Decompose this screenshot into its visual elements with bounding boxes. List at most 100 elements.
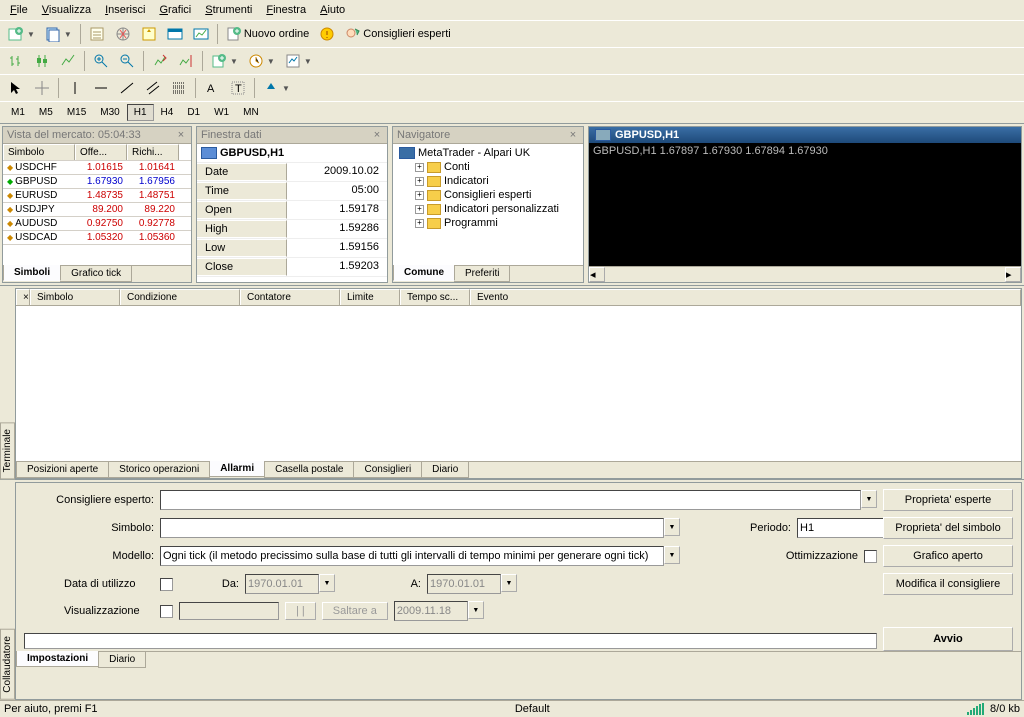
speed-slider[interactable] xyxy=(179,602,279,620)
market-watch-row[interactable]: ◆ USDCHF1.016151.01641 xyxy=(3,161,191,175)
tab-favorites[interactable]: Preferiti xyxy=(454,266,510,282)
menu-tools[interactable]: Strumenti xyxy=(199,2,258,18)
vline-button[interactable] xyxy=(63,77,87,99)
nav-item[interactable]: +Consiglieri esperti xyxy=(395,188,581,202)
col-timeout[interactable]: Tempo sc... xyxy=(400,289,470,305)
periods-button[interactable]: ▼ xyxy=(244,50,279,72)
tab-symbols[interactable]: Simboli xyxy=(3,265,61,281)
visual-checkbox[interactable] xyxy=(160,605,173,618)
close-icon[interactable]: × xyxy=(175,129,187,141)
nav-item[interactable]: +Indicatori xyxy=(395,174,581,188)
new-order-button[interactable]: Nuovo ordine xyxy=(222,23,313,45)
channel-button[interactable] xyxy=(141,77,165,99)
hline-button[interactable] xyxy=(89,77,113,99)
col-ask[interactable]: Richi... xyxy=(127,144,179,160)
navigator-toggle[interactable] xyxy=(111,23,135,45)
tf-m1[interactable]: M1 xyxy=(4,104,32,121)
modify-expert-button[interactable]: Modifica il consigliere xyxy=(883,573,1013,595)
tf-m5[interactable]: M5 xyxy=(32,104,60,121)
auto-scroll-button[interactable] xyxy=(148,50,172,72)
metaquotes-button[interactable] xyxy=(315,23,339,45)
date-from-input[interactable] xyxy=(245,574,319,594)
pause-button[interactable]: | | xyxy=(285,602,316,620)
menu-window[interactable]: Finestra xyxy=(260,2,312,18)
menu-file[interactable]: File xyxy=(4,2,34,18)
open-chart-button[interactable]: Grafico aperto xyxy=(883,545,1013,567)
col-symbol[interactable]: Simbolo xyxy=(3,144,75,160)
templates-button[interactable]: ▼ xyxy=(281,50,316,72)
tab-alerts[interactable]: Allarmi xyxy=(209,461,265,477)
chart-shift-button[interactable] xyxy=(174,50,198,72)
expert-advisors-button[interactable]: Consiglieri esperti xyxy=(341,23,454,45)
menu-view[interactable]: Visualizza xyxy=(36,2,97,18)
profiles-button[interactable]: ▼ xyxy=(41,23,76,45)
market-watch-row[interactable]: ◆ EURUSD1.487351.48751 xyxy=(3,189,191,203)
nav-item[interactable]: +Conti xyxy=(395,160,581,174)
symbol-props-button[interactable]: Proprieta' del simbolo xyxy=(883,517,1013,539)
tester-toggle[interactable] xyxy=(189,23,213,45)
menu-help[interactable]: Aiuto xyxy=(314,2,351,18)
tf-mn[interactable]: MN xyxy=(236,104,266,121)
chart-scrollbar[interactable]: ◂▸ xyxy=(589,266,1021,282)
close-icon[interactable]: × xyxy=(16,289,30,305)
skip-button[interactable]: Saltare a xyxy=(322,602,388,620)
close-icon[interactable]: × xyxy=(567,129,579,141)
tf-w1[interactable]: W1 xyxy=(207,104,236,121)
tf-d1[interactable]: D1 xyxy=(180,104,207,121)
dropdown-icon[interactable]: ▼ xyxy=(664,518,680,536)
market-watch-toggle[interactable] xyxy=(85,23,109,45)
menu-insert[interactable]: Inserisci xyxy=(99,2,151,18)
symbol-select[interactable] xyxy=(160,518,664,538)
use-date-checkbox[interactable] xyxy=(160,578,173,591)
nav-root[interactable]: MetaTrader - Alpari UK xyxy=(395,146,581,160)
market-watch-row[interactable]: ◆ GBPUSD1.679301.67956 xyxy=(3,175,191,189)
col-symbol[interactable]: Simbolo xyxy=(30,289,120,305)
tab-journal[interactable]: Diario xyxy=(421,462,469,478)
tf-h4[interactable]: H4 xyxy=(154,104,181,121)
tab-common[interactable]: Comune xyxy=(393,265,455,281)
model-select[interactable] xyxy=(160,546,664,566)
tf-m30[interactable]: M30 xyxy=(93,104,126,121)
tab-mailbox[interactable]: Casella postale xyxy=(264,462,354,478)
close-icon[interactable]: × xyxy=(371,129,383,141)
dropdown-icon[interactable]: ▼ xyxy=(501,574,517,592)
chart-area[interactable]: GBPUSD,H1 1.67897 1.67930 1.67894 1.6793… xyxy=(589,143,1021,266)
col-condition[interactable]: Condizione xyxy=(120,289,240,305)
new-chart-button[interactable]: ▼ xyxy=(4,23,39,45)
tab-tick-chart[interactable]: Grafico tick xyxy=(60,266,132,282)
cursor-button[interactable] xyxy=(4,77,28,99)
col-event[interactable]: Evento xyxy=(470,289,1021,305)
date-to-input[interactable] xyxy=(427,574,501,594)
start-button[interactable]: Avvio xyxy=(883,627,1013,651)
market-watch-row[interactable]: ◆ AUDUSD0.927500.92778 xyxy=(3,217,191,231)
tester-vtab[interactable]: Collaudatore xyxy=(0,629,15,700)
tf-h1[interactable]: H1 xyxy=(127,104,154,121)
tab-positions[interactable]: Posizioni aperte xyxy=(16,462,109,478)
zoom-out-button[interactable] xyxy=(115,50,139,72)
skip-date-input[interactable] xyxy=(394,601,468,621)
optimization-checkbox[interactable] xyxy=(864,550,877,563)
line-chart-button[interactable] xyxy=(56,50,80,72)
dropdown-icon[interactable]: ▼ xyxy=(319,574,335,592)
terminal-toggle[interactable] xyxy=(163,23,187,45)
dropdown-icon[interactable]: ▼ xyxy=(861,490,877,508)
crosshair-button[interactable] xyxy=(30,77,54,99)
tab-experts[interactable]: Consiglieri xyxy=(353,462,422,478)
dropdown-icon[interactable]: ▼ xyxy=(664,546,680,564)
market-watch-row[interactable]: ◆ USDCAD1.053201.05360 xyxy=(3,231,191,245)
indicators-button[interactable]: ▼ xyxy=(207,50,242,72)
dropdown-icon[interactable]: ▼ xyxy=(468,601,484,619)
nav-item[interactable]: +Indicatori personalizzati xyxy=(395,202,581,216)
data-window-toggle[interactable] xyxy=(137,23,161,45)
text-button[interactable]: A xyxy=(200,77,224,99)
menu-charts[interactable]: Grafici xyxy=(153,2,197,18)
col-limit[interactable]: Limite xyxy=(340,289,400,305)
col-counter[interactable]: Contatore xyxy=(240,289,340,305)
trendline-button[interactable] xyxy=(115,77,139,99)
tab-history[interactable]: Storico operazioni xyxy=(108,462,210,478)
tf-m15[interactable]: M15 xyxy=(60,104,93,121)
bar-chart-button[interactable] xyxy=(4,50,28,72)
col-bid[interactable]: Offe... xyxy=(75,144,127,160)
arrows-button[interactable]: ▼ xyxy=(259,77,294,99)
fibo-button[interactable] xyxy=(167,77,191,99)
